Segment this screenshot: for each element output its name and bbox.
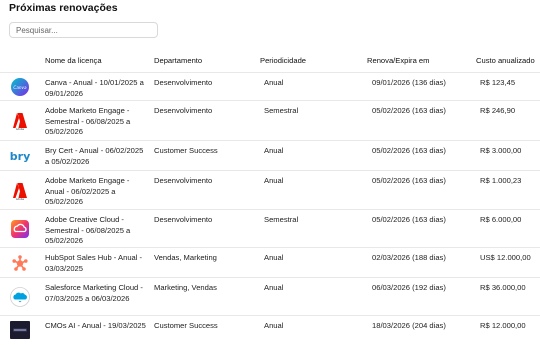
license-name: Canva - Anual - 10/01/2025 a 09/01/2026	[45, 78, 144, 98]
table-row[interactable]: Salesforce Marketing Cloud - 07/03/2025 …	[0, 277, 540, 316]
license-department: Desenvolvimento	[154, 106, 213, 115]
license-annual-cost: R$ 1.000,23	[480, 176, 522, 185]
license-department: Customer Success	[154, 321, 218, 330]
license-annual-cost: R$ 6.000,00	[480, 215, 522, 224]
table-row[interactable]: HubSpot Sales Hub - Anual - 03/03/2025 Ve…	[0, 247, 540, 278]
license-department: Desenvolvimento	[154, 78, 213, 87]
svg-text:Adobe: Adobe	[16, 127, 25, 130]
license-renewal-date: 09/01/2026 (136 dias)	[372, 78, 446, 87]
license-renewal-date: 18/03/2026 (204 dias)	[372, 321, 446, 330]
license-annual-cost: R$ 246,90	[480, 106, 516, 115]
license-periodicity: Anual	[264, 253, 284, 262]
column-header-name[interactable]: Nome da licença	[45, 56, 102, 65]
license-department: Marketing, Vendas	[154, 283, 217, 292]
table-row[interactable]: Canva Canva - Anual - 10/01/2025 a 09/01/…	[0, 72, 540, 101]
license-periodicity: Semestral	[264, 106, 299, 115]
license-periodicity: Anual	[264, 78, 284, 87]
adobe-creative-cloud-icon	[10, 219, 30, 239]
license-name: Salesforce Marketing Cloud - 07/03/2025 …	[45, 283, 143, 303]
table-row[interactable]: Adobe Adobe Marketo Engage - Semestral - …	[0, 100, 540, 141]
license-name: Adobe Creative Cloud - Semestral - 06/08…	[45, 215, 131, 245]
column-header-department[interactable]: Departamento	[154, 56, 202, 65]
license-department: Desenvolvimento	[154, 215, 213, 224]
svg-text:Canva: Canva	[13, 85, 27, 90]
license-annual-cost: R$ 3.000,00	[480, 146, 522, 155]
license-name: Adobe Marketo Engage - Anual - 06/02/202…	[45, 176, 130, 206]
column-header-periodicity[interactable]: Periodicidade	[260, 56, 306, 65]
license-annual-cost: US$ 12.000,00	[480, 253, 531, 262]
license-periodicity: Anual	[264, 176, 284, 185]
license-renewal-date: 05/02/2026 (163 dias)	[372, 146, 446, 155]
license-name: Adobe Marketo Engage - Semestral - 06/08…	[45, 106, 131, 136]
svg-text:Adobe: Adobe	[16, 197, 25, 200]
adobe-icon: Adobe	[10, 111, 30, 131]
license-renewal-date: 05/02/2026 (163 dias)	[372, 215, 446, 224]
license-renewal-date: 05/02/2026 (163 dias)	[372, 176, 446, 185]
column-header-cost[interactable]: Custo anualizado	[476, 56, 535, 65]
license-annual-cost: R$ 12.000,00	[480, 321, 526, 330]
page-title: Próximas renovações	[9, 2, 118, 14]
license-periodicity: Anual	[264, 321, 284, 330]
license-department: Vendas, Marketing	[154, 253, 217, 262]
license-name: Bry Cert - Anual - 06/02/2025 a 05/02/20…	[45, 146, 144, 166]
license-renewal-date: 06/03/2026 (192 dias)	[372, 283, 446, 292]
license-name: HubSpot Sales Hub - Anual - 03/03/2025	[45, 253, 143, 273]
svg-text:bry: bry	[10, 150, 30, 163]
table-row[interactable]: CMOs AI - Anual - 19/03/2025 Customer Suc…	[0, 315, 540, 344]
hubspot-icon	[10, 253, 30, 273]
license-department: Desenvolvimento	[154, 176, 213, 185]
table-row[interactable]: bry Bry Cert - Anual - 06/02/2025 a 05/02…	[0, 140, 540, 171]
license-department: Customer Success	[154, 146, 218, 155]
table-row[interactable]: Adobe Adobe Marketo Engage - Anual - 06/0…	[0, 170, 540, 210]
table-header: Nome da licença Departamento Periodicida…	[0, 50, 540, 72]
column-header-renewal[interactable]: Renova/Expira em	[367, 56, 429, 65]
search-input[interactable]	[9, 22, 158, 38]
license-name: CMOs AI - Anual - 19/03/2025	[45, 321, 146, 330]
license-annual-cost: R$ 123,45	[480, 78, 516, 87]
canva-icon: Canva	[10, 77, 30, 97]
table-row[interactable]: Adobe Creative Cloud - Semestral - 06/08…	[0, 209, 540, 248]
license-periodicity: Anual	[264, 146, 284, 155]
license-annual-cost: R$ 36.000,00	[480, 283, 526, 292]
license-renewal-date: 02/03/2026 (188 dias)	[372, 253, 446, 262]
cmos-ai-icon	[10, 320, 30, 340]
adobe-icon: Adobe	[10, 181, 30, 201]
license-periodicity: Semestral	[264, 215, 299, 224]
license-periodicity: Anual	[264, 283, 284, 292]
bry-icon: bry	[10, 146, 30, 166]
license-renewal-date: 05/02/2026 (163 dias)	[372, 106, 446, 115]
salesforce-icon	[10, 287, 30, 307]
